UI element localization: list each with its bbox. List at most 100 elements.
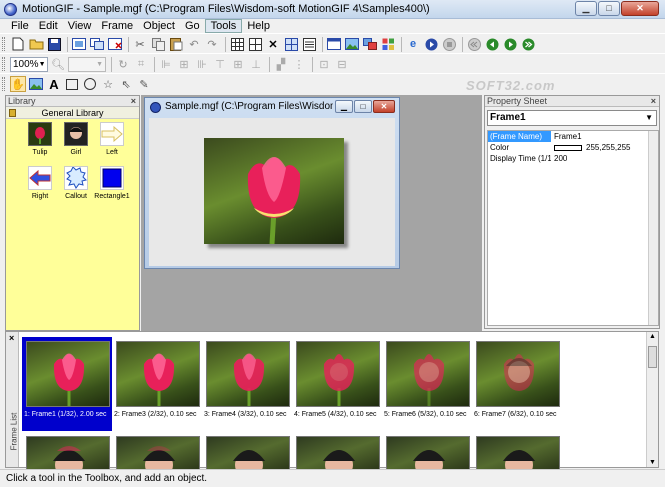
document-maximize-button[interactable]: □ xyxy=(354,100,372,113)
object-select[interactable]: Frame1 ▼ xyxy=(487,110,657,126)
property-row[interactable]: (Frame Name) Frame1 xyxy=(488,131,658,142)
frame-item[interactable] xyxy=(22,432,112,472)
scrollbar-thumb[interactable] xyxy=(648,346,657,368)
library-item-callout[interactable]: Callout xyxy=(58,166,94,200)
stop-icon[interactable] xyxy=(441,36,457,52)
minimize-button[interactable]: ▁ xyxy=(575,1,597,16)
property-row[interactable]: Color 255,255,255 xyxy=(488,142,658,153)
picture-tool-icon[interactable] xyxy=(28,76,44,92)
distribute-icon[interactable]: ⋮ xyxy=(291,56,307,72)
copy-icon[interactable] xyxy=(150,36,166,52)
delete-frame-icon[interactable] xyxy=(107,36,123,52)
menu-file[interactable]: File xyxy=(6,19,34,33)
align-middle-icon[interactable]: ⊞ xyxy=(230,56,246,72)
menu-view[interactable]: View xyxy=(63,19,97,33)
frame-image[interactable] xyxy=(204,138,344,244)
order-icon[interactable]: ▞ xyxy=(273,56,289,72)
document-close-button[interactable]: ✕ xyxy=(373,100,395,113)
hand-tool-icon[interactable]: ✋ xyxy=(10,76,26,92)
close-button[interactable]: ✕ xyxy=(621,1,659,16)
undo-icon[interactable]: ↶ xyxy=(186,36,202,52)
library-icon[interactable] xyxy=(380,36,396,52)
properties-icon[interactable] xyxy=(326,36,342,52)
align-bottom-icon[interactable]: ⊥ xyxy=(248,56,264,72)
next-frame-icon[interactable] xyxy=(502,36,518,52)
frame-list-scrollbar[interactable]: ▲ ▼ xyxy=(646,332,658,467)
new-file-icon[interactable] xyxy=(10,36,26,52)
frame-item[interactable]: 6: Frame7 (6/32), 0.10 sec xyxy=(472,337,562,431)
frame-item[interactable]: 4: Frame5 (4/32), 0.10 sec xyxy=(292,337,382,431)
ellipse-tool-icon[interactable] xyxy=(82,76,98,92)
library-item-right[interactable]: Right xyxy=(22,166,58,200)
previous-frame-icon[interactable] xyxy=(484,36,500,52)
open-folder-icon[interactable] xyxy=(28,36,44,52)
scroll-up-icon[interactable]: ▲ xyxy=(649,333,656,340)
close-icon[interactable]: × xyxy=(651,96,656,107)
first-frame-icon[interactable] xyxy=(466,36,482,52)
insert-frame-icon[interactable] xyxy=(71,36,87,52)
cut-icon[interactable]: ✂ xyxy=(132,36,148,52)
scroll-down-icon[interactable]: ▼ xyxy=(649,459,656,466)
grid-icon[interactable] xyxy=(229,36,245,52)
frame-item[interactable]: 5: Frame6 (5/32), 0.10 sec xyxy=(382,337,472,431)
document-minimize-button[interactable]: ▁ xyxy=(335,100,353,113)
menu-go[interactable]: Go xyxy=(180,19,205,33)
toolbar-grip[interactable] xyxy=(2,77,5,91)
preview-browser-icon[interactable]: e xyxy=(405,36,421,52)
image-icon[interactable] xyxy=(344,36,360,52)
ungroup-icon[interactable]: ⊟ xyxy=(334,56,350,72)
pen-tool-icon[interactable]: ✎ xyxy=(136,76,152,92)
rectangle-tool-icon[interactable] xyxy=(64,76,80,92)
play-icon[interactable] xyxy=(423,36,439,52)
layout-icon[interactable] xyxy=(283,36,299,52)
toolbar-grip[interactable] xyxy=(2,37,5,51)
close-icon[interactable]: × xyxy=(9,333,14,343)
align-top-icon[interactable]: ⊤ xyxy=(212,56,228,72)
menu-tools[interactable]: Tools xyxy=(204,19,243,33)
menu-edit[interactable]: Edit xyxy=(34,19,63,33)
frame-item[interactable] xyxy=(202,432,292,472)
table-icon[interactable] xyxy=(247,36,263,52)
document-title-bar[interactable]: Sample.mgf (C:\Program Files\Wisdom-soft… xyxy=(145,98,399,116)
redo-icon[interactable]: ↷ xyxy=(204,36,220,52)
toolbar-grip[interactable] xyxy=(2,57,5,71)
tools-icon[interactable]: ✕ xyxy=(265,36,281,52)
frame-item[interactable] xyxy=(472,432,562,472)
menu-object[interactable]: Object xyxy=(138,19,180,33)
property-row[interactable]: Display Time (1/10 200 xyxy=(488,153,658,164)
library-tab[interactable]: General Library xyxy=(6,107,139,119)
arrow-tool-icon[interactable]: ⇖ xyxy=(118,76,134,92)
frame-item[interactable] xyxy=(382,432,472,472)
property-value[interactable]: Frame1 xyxy=(551,131,658,142)
library-item-tulip[interactable]: Tulip xyxy=(22,122,58,156)
property-value[interactable]: 200 xyxy=(551,153,658,164)
property-scrollbar[interactable] xyxy=(648,131,658,325)
zoom-icon[interactable]: 🔍︎ xyxy=(50,56,66,72)
list-view-icon[interactable] xyxy=(301,36,317,52)
disabled-select[interactable]: ▼ xyxy=(68,56,106,72)
text-tool-icon[interactable]: A xyxy=(46,76,62,92)
frame-item[interactable]: 3: Frame4 (3/32), 0.10 sec xyxy=(202,337,292,431)
align-left-icon[interactable]: ⊫ xyxy=(158,56,174,72)
property-value[interactable]: 255,255,255 xyxy=(551,142,658,153)
align-right-icon[interactable]: ⊪ xyxy=(194,56,210,72)
star-tool-icon[interactable]: ☆ xyxy=(100,76,116,92)
duplicate-frame-icon[interactable] xyxy=(89,36,105,52)
library-item-girl[interactable]: Girl xyxy=(58,122,94,156)
maximize-button[interactable]: □ xyxy=(598,1,620,16)
close-icon[interactable]: × xyxy=(131,96,136,107)
crop-icon[interactable]: ⌗ xyxy=(133,56,149,72)
menu-help[interactable]: Help xyxy=(242,19,275,33)
last-frame-icon[interactable] xyxy=(520,36,536,52)
menu-frame[interactable]: Frame xyxy=(96,19,138,33)
frame-item[interactable] xyxy=(292,432,382,472)
paste-icon[interactable] xyxy=(168,36,184,52)
align-center-icon[interactable]: ⊞ xyxy=(176,56,192,72)
group-icon[interactable]: ⊡ xyxy=(316,56,332,72)
library-item-left[interactable]: Left xyxy=(94,122,130,156)
frame-item[interactable]: 2: Frame3 (2/32), 0.10 sec xyxy=(112,337,202,431)
save-icon[interactable] xyxy=(46,36,62,52)
frame-canvas[interactable] xyxy=(149,118,395,266)
zoom-select[interactable]: 100% ▼ xyxy=(10,56,48,72)
windows-icon[interactable] xyxy=(362,36,378,52)
